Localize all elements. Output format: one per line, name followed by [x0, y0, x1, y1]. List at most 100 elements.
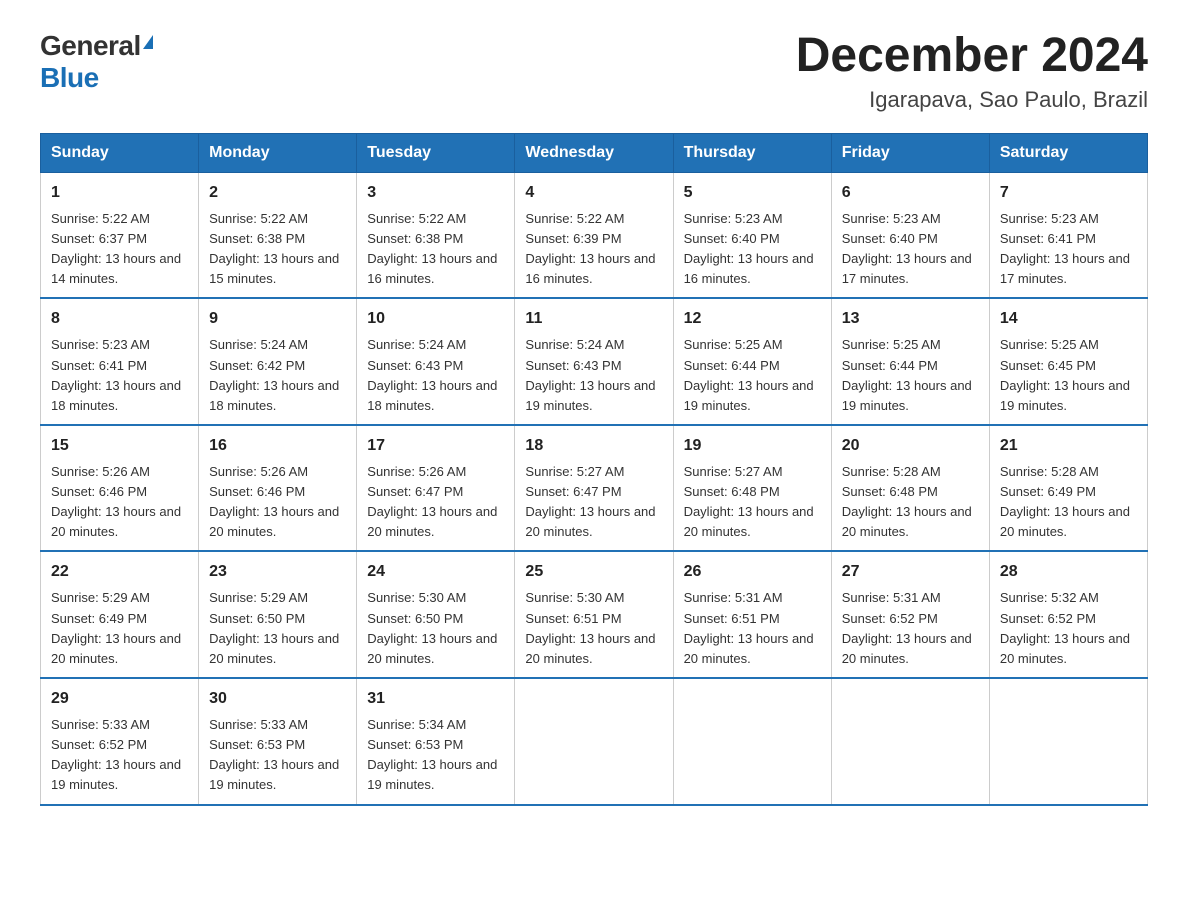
- day-info: Sunrise: 5:25 AMSunset: 6:45 PMDaylight:…: [1000, 337, 1130, 412]
- calendar-cell: [515, 678, 673, 805]
- day-info: Sunrise: 5:32 AMSunset: 6:52 PMDaylight:…: [1000, 590, 1130, 665]
- day-info: Sunrise: 5:27 AMSunset: 6:47 PMDaylight:…: [525, 464, 655, 539]
- calendar-cell: 5 Sunrise: 5:23 AMSunset: 6:40 PMDayligh…: [673, 172, 831, 298]
- day-info: Sunrise: 5:22 AMSunset: 6:38 PMDaylight:…: [367, 211, 497, 286]
- day-info: Sunrise: 5:24 AMSunset: 6:42 PMDaylight:…: [209, 337, 339, 412]
- day-number: 15: [51, 434, 188, 458]
- day-info: Sunrise: 5:26 AMSunset: 6:46 PMDaylight:…: [51, 464, 181, 539]
- header-thursday: Thursday: [673, 133, 831, 172]
- day-info: Sunrise: 5:27 AMSunset: 6:48 PMDaylight:…: [684, 464, 814, 539]
- day-info: Sunrise: 5:22 AMSunset: 6:37 PMDaylight:…: [51, 211, 181, 286]
- header-friday: Friday: [831, 133, 989, 172]
- day-number: 4: [525, 181, 662, 205]
- calendar-cell: 30 Sunrise: 5:33 AMSunset: 6:53 PMDaylig…: [199, 678, 357, 805]
- calendar-cell: 27 Sunrise: 5:31 AMSunset: 6:52 PMDaylig…: [831, 551, 989, 678]
- header-saturday: Saturday: [989, 133, 1147, 172]
- week-row-1: 1 Sunrise: 5:22 AMSunset: 6:37 PMDayligh…: [41, 172, 1148, 298]
- calendar-cell: 26 Sunrise: 5:31 AMSunset: 6:51 PMDaylig…: [673, 551, 831, 678]
- calendar-cell: 3 Sunrise: 5:22 AMSunset: 6:38 PMDayligh…: [357, 172, 515, 298]
- day-number: 7: [1000, 181, 1137, 205]
- calendar-cell: 31 Sunrise: 5:34 AMSunset: 6:53 PMDaylig…: [357, 678, 515, 805]
- header-tuesday: Tuesday: [357, 133, 515, 172]
- day-info: Sunrise: 5:29 AMSunset: 6:49 PMDaylight:…: [51, 590, 181, 665]
- day-number: 26: [684, 560, 821, 584]
- calendar-cell: 17 Sunrise: 5:26 AMSunset: 6:47 PMDaylig…: [357, 425, 515, 552]
- calendar-cell: 1 Sunrise: 5:22 AMSunset: 6:37 PMDayligh…: [41, 172, 199, 298]
- calendar-title: December 2024: [796, 30, 1148, 83]
- day-number: 31: [367, 687, 504, 711]
- day-info: Sunrise: 5:30 AMSunset: 6:51 PMDaylight:…: [525, 590, 655, 665]
- day-number: 28: [1000, 560, 1137, 584]
- day-info: Sunrise: 5:23 AMSunset: 6:41 PMDaylight:…: [51, 337, 181, 412]
- calendar-cell: 9 Sunrise: 5:24 AMSunset: 6:42 PMDayligh…: [199, 298, 357, 425]
- calendar-header: Sunday Monday Tuesday Wednesday Thursday…: [41, 133, 1148, 172]
- day-number: 9: [209, 307, 346, 331]
- calendar-cell: 8 Sunrise: 5:23 AMSunset: 6:41 PMDayligh…: [41, 298, 199, 425]
- day-number: 16: [209, 434, 346, 458]
- week-row-2: 8 Sunrise: 5:23 AMSunset: 6:41 PMDayligh…: [41, 298, 1148, 425]
- day-number: 8: [51, 307, 188, 331]
- calendar-cell: 6 Sunrise: 5:23 AMSunset: 6:40 PMDayligh…: [831, 172, 989, 298]
- calendar-cell: 25 Sunrise: 5:30 AMSunset: 6:51 PMDaylig…: [515, 551, 673, 678]
- calendar-cell: 19 Sunrise: 5:27 AMSunset: 6:48 PMDaylig…: [673, 425, 831, 552]
- calendar-cell: 18 Sunrise: 5:27 AMSunset: 6:47 PMDaylig…: [515, 425, 673, 552]
- day-info: Sunrise: 5:26 AMSunset: 6:47 PMDaylight:…: [367, 464, 497, 539]
- day-number: 18: [525, 434, 662, 458]
- day-number: 25: [525, 560, 662, 584]
- day-info: Sunrise: 5:22 AMSunset: 6:39 PMDaylight:…: [525, 211, 655, 286]
- day-number: 11: [525, 307, 662, 331]
- calendar-cell: 4 Sunrise: 5:22 AMSunset: 6:39 PMDayligh…: [515, 172, 673, 298]
- week-row-3: 15 Sunrise: 5:26 AMSunset: 6:46 PMDaylig…: [41, 425, 1148, 552]
- day-info: Sunrise: 5:34 AMSunset: 6:53 PMDaylight:…: [367, 717, 497, 792]
- day-info: Sunrise: 5:25 AMSunset: 6:44 PMDaylight:…: [842, 337, 972, 412]
- day-info: Sunrise: 5:28 AMSunset: 6:49 PMDaylight:…: [1000, 464, 1130, 539]
- day-number: 17: [367, 434, 504, 458]
- calendar-cell: 10 Sunrise: 5:24 AMSunset: 6:43 PMDaylig…: [357, 298, 515, 425]
- calendar-cell: 7 Sunrise: 5:23 AMSunset: 6:41 PMDayligh…: [989, 172, 1147, 298]
- calendar-cell: [673, 678, 831, 805]
- day-number: 12: [684, 307, 821, 331]
- day-number: 22: [51, 560, 188, 584]
- day-info: Sunrise: 5:23 AMSunset: 6:40 PMDaylight:…: [684, 211, 814, 286]
- logo-arrow-icon: [143, 35, 153, 49]
- week-row-4: 22 Sunrise: 5:29 AMSunset: 6:49 PMDaylig…: [41, 551, 1148, 678]
- day-info: Sunrise: 5:29 AMSunset: 6:50 PMDaylight:…: [209, 590, 339, 665]
- header-monday: Monday: [199, 133, 357, 172]
- calendar-cell: 21 Sunrise: 5:28 AMSunset: 6:49 PMDaylig…: [989, 425, 1147, 552]
- day-number: 6: [842, 181, 979, 205]
- day-info: Sunrise: 5:26 AMSunset: 6:46 PMDaylight:…: [209, 464, 339, 539]
- day-number: 1: [51, 181, 188, 205]
- page-header: General Blue December 2024 Igarapava, Sa…: [40, 30, 1148, 113]
- day-number: 5: [684, 181, 821, 205]
- day-number: 30: [209, 687, 346, 711]
- day-info: Sunrise: 5:24 AMSunset: 6:43 PMDaylight:…: [525, 337, 655, 412]
- day-number: 29: [51, 687, 188, 711]
- calendar-cell: 24 Sunrise: 5:30 AMSunset: 6:50 PMDaylig…: [357, 551, 515, 678]
- calendar-cell: 28 Sunrise: 5:32 AMSunset: 6:52 PMDaylig…: [989, 551, 1147, 678]
- day-info: Sunrise: 5:25 AMSunset: 6:44 PMDaylight:…: [684, 337, 814, 412]
- calendar-cell: 13 Sunrise: 5:25 AMSunset: 6:44 PMDaylig…: [831, 298, 989, 425]
- calendar-cell: 23 Sunrise: 5:29 AMSunset: 6:50 PMDaylig…: [199, 551, 357, 678]
- day-info: Sunrise: 5:22 AMSunset: 6:38 PMDaylight:…: [209, 211, 339, 286]
- calendar-cell: 2 Sunrise: 5:22 AMSunset: 6:38 PMDayligh…: [199, 172, 357, 298]
- calendar-cell: 29 Sunrise: 5:33 AMSunset: 6:52 PMDaylig…: [41, 678, 199, 805]
- calendar-cell: 15 Sunrise: 5:26 AMSunset: 6:46 PMDaylig…: [41, 425, 199, 552]
- day-info: Sunrise: 5:24 AMSunset: 6:43 PMDaylight:…: [367, 337, 497, 412]
- day-info: Sunrise: 5:23 AMSunset: 6:40 PMDaylight:…: [842, 211, 972, 286]
- day-info: Sunrise: 5:31 AMSunset: 6:52 PMDaylight:…: [842, 590, 972, 665]
- day-number: 23: [209, 560, 346, 584]
- calendar-cell: [989, 678, 1147, 805]
- calendar-table: Sunday Monday Tuesday Wednesday Thursday…: [40, 133, 1148, 806]
- day-info: Sunrise: 5:31 AMSunset: 6:51 PMDaylight:…: [684, 590, 814, 665]
- calendar-cell: 14 Sunrise: 5:25 AMSunset: 6:45 PMDaylig…: [989, 298, 1147, 425]
- day-info: Sunrise: 5:30 AMSunset: 6:50 PMDaylight:…: [367, 590, 497, 665]
- day-number: 2: [209, 181, 346, 205]
- header-wednesday: Wednesday: [515, 133, 673, 172]
- day-number: 24: [367, 560, 504, 584]
- calendar-cell: 11 Sunrise: 5:24 AMSunset: 6:43 PMDaylig…: [515, 298, 673, 425]
- week-row-5: 29 Sunrise: 5:33 AMSunset: 6:52 PMDaylig…: [41, 678, 1148, 805]
- day-number: 19: [684, 434, 821, 458]
- logo: General Blue: [40, 30, 153, 94]
- calendar-body: 1 Sunrise: 5:22 AMSunset: 6:37 PMDayligh…: [41, 172, 1148, 804]
- day-info: Sunrise: 5:33 AMSunset: 6:53 PMDaylight:…: [209, 717, 339, 792]
